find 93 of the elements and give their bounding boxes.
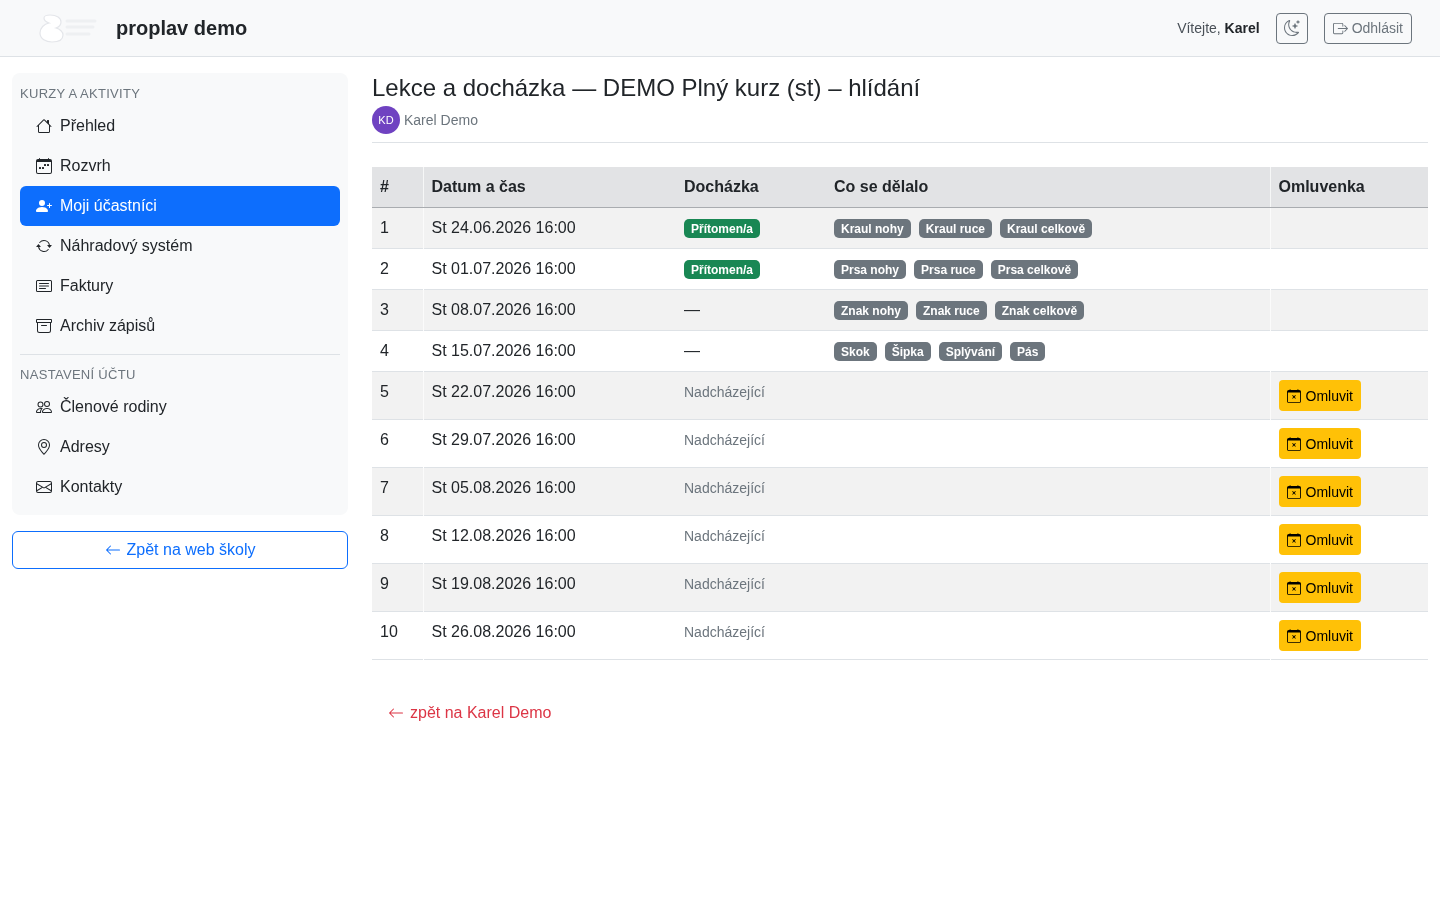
excuse-button[interactable]: Omluvit bbox=[1278, 620, 1361, 651]
column-header: # bbox=[372, 167, 423, 208]
sidebar-heading: KURZY A AKTIVITY bbox=[20, 85, 142, 103]
table-cell: Nadcházející bbox=[676, 467, 826, 516]
sidebar-heading: NASTAVENÍ ÚČTU bbox=[20, 366, 137, 384]
column-header: Omluvenka bbox=[1270, 167, 1428, 208]
table-cell: St 15.07.2026 16:00 bbox=[423, 330, 676, 372]
sidebar-item[interactable]: Adresy bbox=[20, 427, 340, 467]
page-title: Lekce a docházka — DEMO Plný kurz (st) – hlídání bbox=[372, 73, 922, 102]
table-cell: St 29.07.2026 16:00 bbox=[423, 419, 676, 468]
excuse-button[interactable]: Omluvit bbox=[1278, 524, 1361, 555]
table-cell: 10 bbox=[372, 611, 423, 660]
activity-tag: Šipka bbox=[884, 342, 931, 361]
column-header: Docházka bbox=[676, 167, 826, 208]
arrow-left-icon bbox=[104, 542, 121, 558]
sidebar-item[interactable]: Náhradový systém bbox=[20, 226, 340, 266]
table-cell: St 08.07.2026 16:00 bbox=[423, 289, 676, 331]
sidebar-item[interactable]: Faktury bbox=[20, 266, 340, 306]
column-header: Co se dělalo bbox=[826, 167, 1270, 208]
activity-tag: Skok bbox=[834, 342, 877, 361]
excuse-button[interactable]: Omluvit bbox=[1278, 428, 1361, 459]
calendar-x-icon bbox=[1286, 532, 1301, 547]
attendance-badge: Přítomen/a bbox=[684, 260, 760, 279]
table-cell: St 12.08.2026 16:00 bbox=[423, 515, 676, 564]
calendar-x-icon bbox=[1286, 484, 1301, 499]
activity-tag: Prsa ruce bbox=[914, 260, 983, 279]
moon-stars-icon bbox=[1283, 20, 1300, 36]
archive-box-icon bbox=[36, 318, 52, 334]
table-cell: — bbox=[676, 289, 826, 331]
person-icon bbox=[36, 198, 52, 214]
table-cell: Nadcházející bbox=[676, 563, 826, 612]
table-cell: 9 bbox=[372, 563, 423, 612]
document-lines-icon bbox=[36, 278, 52, 294]
activity-tag: Kraul celkově bbox=[1000, 219, 1093, 238]
column-header: Datum a čas bbox=[423, 167, 676, 208]
activity-tag: Znak nohy bbox=[834, 301, 908, 320]
avatar-initials: KD bbox=[372, 106, 400, 134]
activity-tag: Znak ruce bbox=[916, 301, 987, 320]
activity-tag: Znak celkově bbox=[994, 301, 1085, 320]
table-cell: Nadcházející bbox=[676, 611, 826, 660]
theme-toggle-button[interactable] bbox=[1275, 12, 1308, 44]
calendar-x-icon bbox=[1286, 580, 1301, 595]
table-cell: St 19.08.2026 16:00 bbox=[423, 563, 676, 612]
calendar-x-icon bbox=[1286, 436, 1301, 451]
table-cell: 7 bbox=[372, 467, 423, 516]
activity-tag: Kraul nohy bbox=[834, 219, 911, 238]
table-cell: St 26.08.2026 16:00 bbox=[423, 611, 676, 660]
table-cell: — bbox=[676, 330, 826, 372]
sidebar-item[interactable]: Archiv zápisů bbox=[20, 306, 340, 346]
activity-tag: Splývání bbox=[938, 342, 1003, 361]
table-cell: Nadcházející bbox=[676, 515, 826, 564]
table-cell: St 05.08.2026 16:00 bbox=[423, 467, 676, 516]
calendar-icon bbox=[36, 158, 52, 174]
excuse-button[interactable]: Omluvit bbox=[1278, 476, 1361, 507]
table-cell: 5 bbox=[372, 371, 423, 420]
arrow-left-icon bbox=[388, 705, 404, 721]
table-cell: Nadcházející bbox=[676, 419, 826, 468]
back-to-website-button[interactable]: Zpět na web školy bbox=[12, 531, 348, 569]
table-cell: St 01.07.2026 16:00 bbox=[423, 248, 676, 290]
table-cell: 2 bbox=[372, 248, 423, 290]
table-cell: 8 bbox=[372, 515, 423, 564]
attendance-badge: Přítomen/a bbox=[684, 219, 760, 238]
logout-icon bbox=[1332, 20, 1348, 36]
greeting-text: Vítejte, Karel bbox=[1177, 20, 1260, 36]
calendar-x-icon bbox=[1286, 628, 1301, 643]
table-cell: St 22.07.2026 16:00 bbox=[423, 371, 676, 420]
table-cell: Nadcházející bbox=[676, 371, 826, 420]
back-link[interactable]: zpět na Karel Demo bbox=[372, 695, 568, 731]
excuse-button[interactable]: Omluvit bbox=[1278, 572, 1361, 603]
table-cell: 3 bbox=[372, 289, 423, 331]
sidebar-item[interactable]: Přehled bbox=[20, 106, 340, 146]
people-icon bbox=[36, 399, 52, 415]
table-cell: 4 bbox=[372, 330, 423, 372]
table-cell: St 24.06.2026 16:00 bbox=[423, 207, 676, 249]
activity-tag: Kraul ruce bbox=[918, 219, 993, 238]
sidebar-item[interactable]: Členové rodiny bbox=[20, 387, 340, 427]
logout-button[interactable]: Odhlásit bbox=[1323, 12, 1412, 44]
brand-title: proplav demo bbox=[116, 16, 248, 40]
excuse-button[interactable]: Omluvit bbox=[1278, 380, 1361, 411]
envelope-icon bbox=[36, 479, 52, 495]
circular-arrows-icon bbox=[36, 238, 52, 254]
activity-tag: Prsa celkově bbox=[990, 260, 1079, 279]
table-cell: 6 bbox=[372, 419, 423, 468]
sidebar-item[interactable]: Kontakty bbox=[20, 467, 340, 507]
home-icon bbox=[36, 118, 52, 134]
sidebar-item[interactable]: Rozvrh bbox=[20, 146, 340, 186]
table-cell: 1 bbox=[372, 207, 423, 249]
sidebar-item[interactable]: Moji účastníci bbox=[20, 186, 340, 226]
calendar-x-icon bbox=[1286, 388, 1301, 403]
participant-name: Karel Demo bbox=[404, 112, 478, 128]
activity-tag: Prsa nohy bbox=[834, 260, 907, 279]
map-pin-icon bbox=[36, 439, 52, 455]
activity-tag: Pás bbox=[1010, 342, 1046, 361]
